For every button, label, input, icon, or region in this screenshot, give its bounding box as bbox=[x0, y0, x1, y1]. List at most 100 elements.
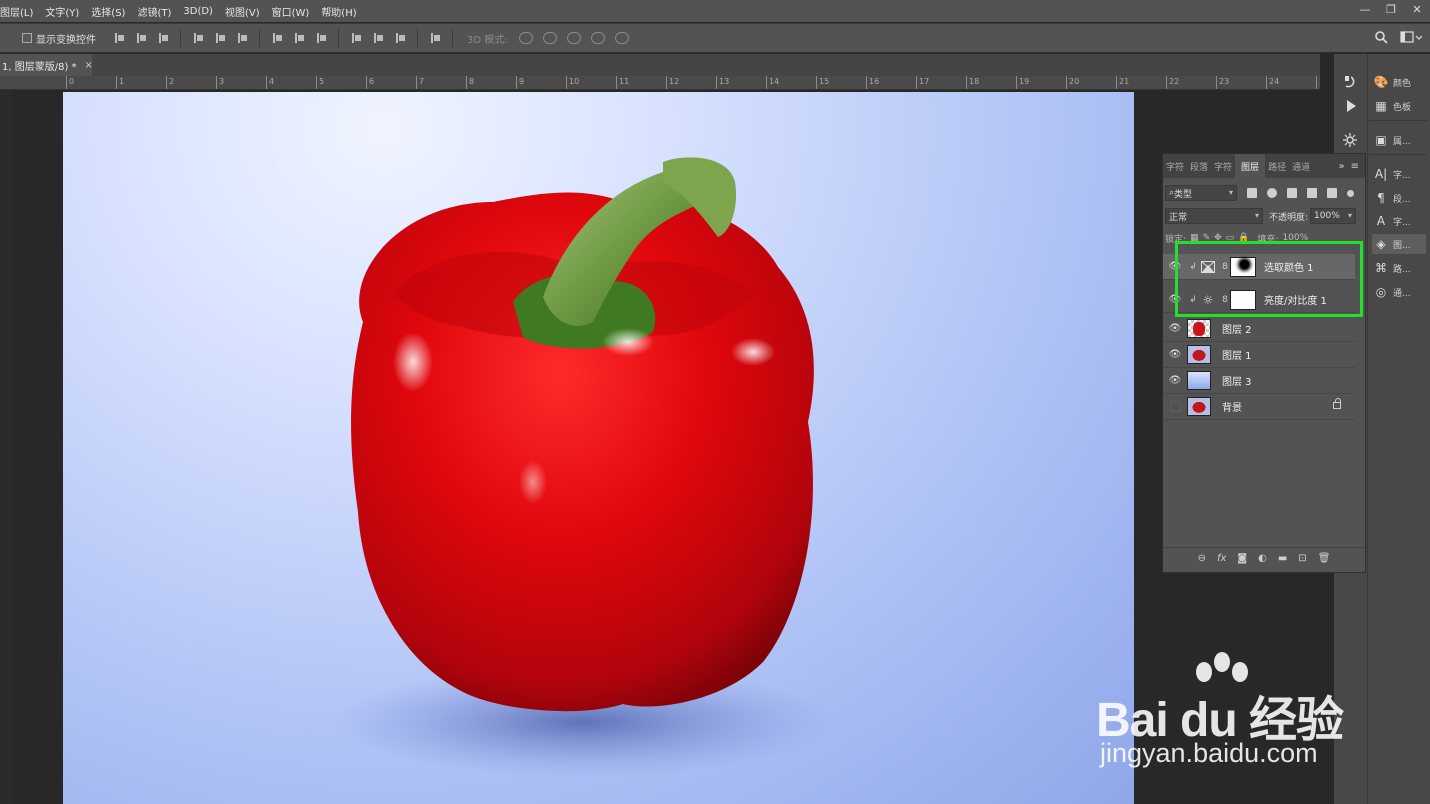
dock-item-label: 路... bbox=[1393, 264, 1411, 275]
tab-character-style[interactable]: 字符 bbox=[1211, 154, 1235, 178]
visibility-eye-icon[interactable]: 👁 bbox=[1163, 261, 1187, 272]
link-icon[interactable]: ⊖ bbox=[1198, 553, 1206, 564]
character-style-icon: A bbox=[1376, 214, 1386, 228]
layer-row-background[interactable]: 背景 bbox=[1163, 394, 1355, 420]
menu-item-1[interactable]: 文字(Y) bbox=[39, 4, 85, 19]
tab-paragraph[interactable]: 段落 bbox=[1187, 154, 1211, 178]
play-icon[interactable] bbox=[1343, 98, 1359, 114]
folder-icon[interactable]: ▬ bbox=[1278, 553, 1287, 564]
lock-transparent-icon[interactable]: ▦ bbox=[1190, 233, 1199, 243]
panel-menu-icon[interactable]: ≡ bbox=[1351, 161, 1359, 172]
history-icon[interactable] bbox=[1342, 74, 1358, 90]
dock-channels[interactable]: ◎ 通... bbox=[1372, 282, 1426, 302]
visibility-toggle-empty[interactable] bbox=[1163, 401, 1187, 412]
dock-paths[interactable]: ⌘ 路... bbox=[1372, 258, 1426, 278]
distribute-top-icon[interactable] bbox=[270, 31, 284, 45]
canvas[interactable] bbox=[63, 92, 1134, 804]
visibility-eye-icon[interactable]: 👁 bbox=[1163, 294, 1187, 305]
filter-adjustment-icon[interactable] bbox=[1267, 188, 1277, 198]
scale-3d-icon[interactable] bbox=[614, 32, 629, 44]
tab-character[interactable]: 字符 bbox=[1163, 154, 1187, 178]
menu-item-2[interactable]: 选择(S) bbox=[85, 4, 131, 19]
layer-row-brightness-contrast[interactable]: 👁 ↲ ☼ 8 亮度/对比度 1 bbox=[1163, 287, 1355, 313]
layer-mask-thumbnail[interactable] bbox=[1230, 289, 1256, 310]
lock-artboard-icon[interactable]: ▭ bbox=[1226, 233, 1235, 243]
rotate-3d-icon[interactable] bbox=[518, 32, 533, 44]
dock-character-style[interactable]: A 字... bbox=[1372, 211, 1426, 231]
visibility-eye-icon[interactable]: 👁 bbox=[1163, 375, 1187, 386]
menu-item-3[interactable]: 滤镜(T) bbox=[131, 4, 177, 19]
filter-kind-select[interactable]: ⌕ 类型 ▾ bbox=[1165, 185, 1237, 201]
adjust-icon[interactable] bbox=[1342, 132, 1358, 148]
dock-color[interactable]: 🎨 颜色 bbox=[1372, 72, 1426, 92]
menu-item-5[interactable]: 视图(V) bbox=[219, 4, 266, 19]
filter-shape-icon[interactable] bbox=[1307, 188, 1317, 198]
visibility-eye-icon[interactable]: 👁 bbox=[1163, 323, 1187, 334]
channels-icon: ◎ bbox=[1375, 285, 1387, 299]
restore-button[interactable]: ❐ bbox=[1378, 0, 1404, 18]
dock-paragraph[interactable]: ¶ 段... bbox=[1372, 188, 1426, 208]
fx-icon[interactable]: fx bbox=[1217, 553, 1226, 564]
align-bottom-icon[interactable] bbox=[156, 31, 170, 45]
workspace-icon[interactable] bbox=[1400, 30, 1422, 44]
layer-row-layer-3[interactable]: 👁 图层 3 bbox=[1163, 368, 1355, 394]
distribute-bottom-icon[interactable] bbox=[314, 31, 328, 45]
visibility-eye-icon[interactable]: 👁 bbox=[1163, 349, 1187, 360]
lock-all-icon[interactable]: 🔒 bbox=[1238, 233, 1249, 243]
align-right-icon[interactable] bbox=[235, 31, 249, 45]
paragraph-icon: ¶ bbox=[1377, 191, 1385, 205]
show-transform-checkbox[interactable] bbox=[22, 33, 32, 43]
roll-3d-icon[interactable] bbox=[542, 32, 557, 44]
distribute-vcenter-icon[interactable] bbox=[292, 31, 306, 45]
tab-channels[interactable]: 通道 bbox=[1289, 154, 1313, 178]
dock-character[interactable]: A| 字... bbox=[1372, 164, 1426, 184]
search-icon[interactable] bbox=[1374, 30, 1388, 44]
align-left-icon[interactable] bbox=[191, 31, 205, 45]
tab-layers[interactable]: 图层 bbox=[1235, 154, 1266, 178]
more-tabs-icon[interactable]: » bbox=[1338, 161, 1344, 172]
menu-item-7[interactable]: 帮助(H) bbox=[315, 4, 362, 19]
fill-value[interactable]: 100% bbox=[1282, 233, 1308, 243]
filter-type-icon[interactable] bbox=[1287, 188, 1297, 198]
dock-properties[interactable]: ▣ 属... bbox=[1372, 130, 1426, 150]
trash-icon[interactable]: 🗑 bbox=[1318, 553, 1331, 564]
close-window-button[interactable]: ✕ bbox=[1404, 0, 1430, 18]
ruler-tick: 2 bbox=[166, 76, 174, 89]
filter-toggle-icon[interactable] bbox=[1347, 189, 1354, 197]
adjustment-icon[interactable]: ◐ bbox=[1258, 553, 1267, 564]
align-hcenter-icon[interactable] bbox=[213, 31, 227, 45]
lock-move-icon[interactable]: ✥ bbox=[1214, 233, 1222, 243]
layer-row-layer-2[interactable]: 👁 图层 2 bbox=[1163, 316, 1355, 342]
align-top-icon[interactable] bbox=[112, 31, 126, 45]
dock-layers[interactable]: ◈ 图... bbox=[1372, 234, 1426, 254]
pan-3d-icon[interactable] bbox=[566, 32, 581, 44]
opacity-field[interactable]: 100% ▾ bbox=[1310, 208, 1357, 224]
layer-mask-thumbnail[interactable] bbox=[1230, 256, 1256, 277]
align-vcenter-icon[interactable] bbox=[134, 31, 148, 45]
tab-paths[interactable]: 路径 bbox=[1265, 154, 1289, 178]
document-tab[interactable]: 1, 图层蒙版/8) * × bbox=[0, 54, 93, 76]
close-tab-icon[interactable]: × bbox=[85, 60, 93, 71]
menu-item-4[interactable]: 3D(D) bbox=[177, 6, 219, 17]
dock-swatches[interactable]: ▦ 色板 bbox=[1372, 96, 1426, 116]
filter-smart-object-icon[interactable] bbox=[1327, 188, 1337, 198]
mask-link-icon[interactable]: 8 bbox=[1220, 262, 1230, 272]
minimize-button[interactable]: — bbox=[1352, 0, 1378, 18]
ruler-tick: 23 bbox=[1216, 76, 1229, 89]
slide-3d-icon[interactable] bbox=[590, 32, 605, 44]
new-layer-icon[interactable]: ⊡ bbox=[1298, 553, 1306, 564]
filter-pixel-icon[interactable] bbox=[1247, 188, 1257, 198]
distribute-right-icon[interactable] bbox=[393, 31, 407, 45]
blend-mode-select[interactable]: 正常 ▾ bbox=[1165, 208, 1263, 224]
auto-align-icon[interactable] bbox=[428, 31, 442, 45]
layer-row-layer-1[interactable]: 👁 图层 1 bbox=[1163, 342, 1355, 368]
menu-item-6[interactable]: 窗口(W) bbox=[266, 4, 316, 19]
lock-paint-icon[interactable]: ✎ bbox=[1203, 233, 1211, 243]
distribute-hcenter-icon[interactable] bbox=[371, 31, 385, 45]
menu-item-0[interactable]: 图层(L) bbox=[0, 4, 39, 19]
mask-icon[interactable]: ◙ bbox=[1237, 553, 1247, 564]
distribute-left-icon[interactable] bbox=[349, 31, 363, 45]
mask-link-icon[interactable]: 8 bbox=[1220, 295, 1230, 305]
color-icon: 🎨 bbox=[1373, 75, 1389, 89]
layer-row-selective-color[interactable]: 👁 ↲ 8 选取颜色 1 bbox=[1163, 254, 1355, 280]
